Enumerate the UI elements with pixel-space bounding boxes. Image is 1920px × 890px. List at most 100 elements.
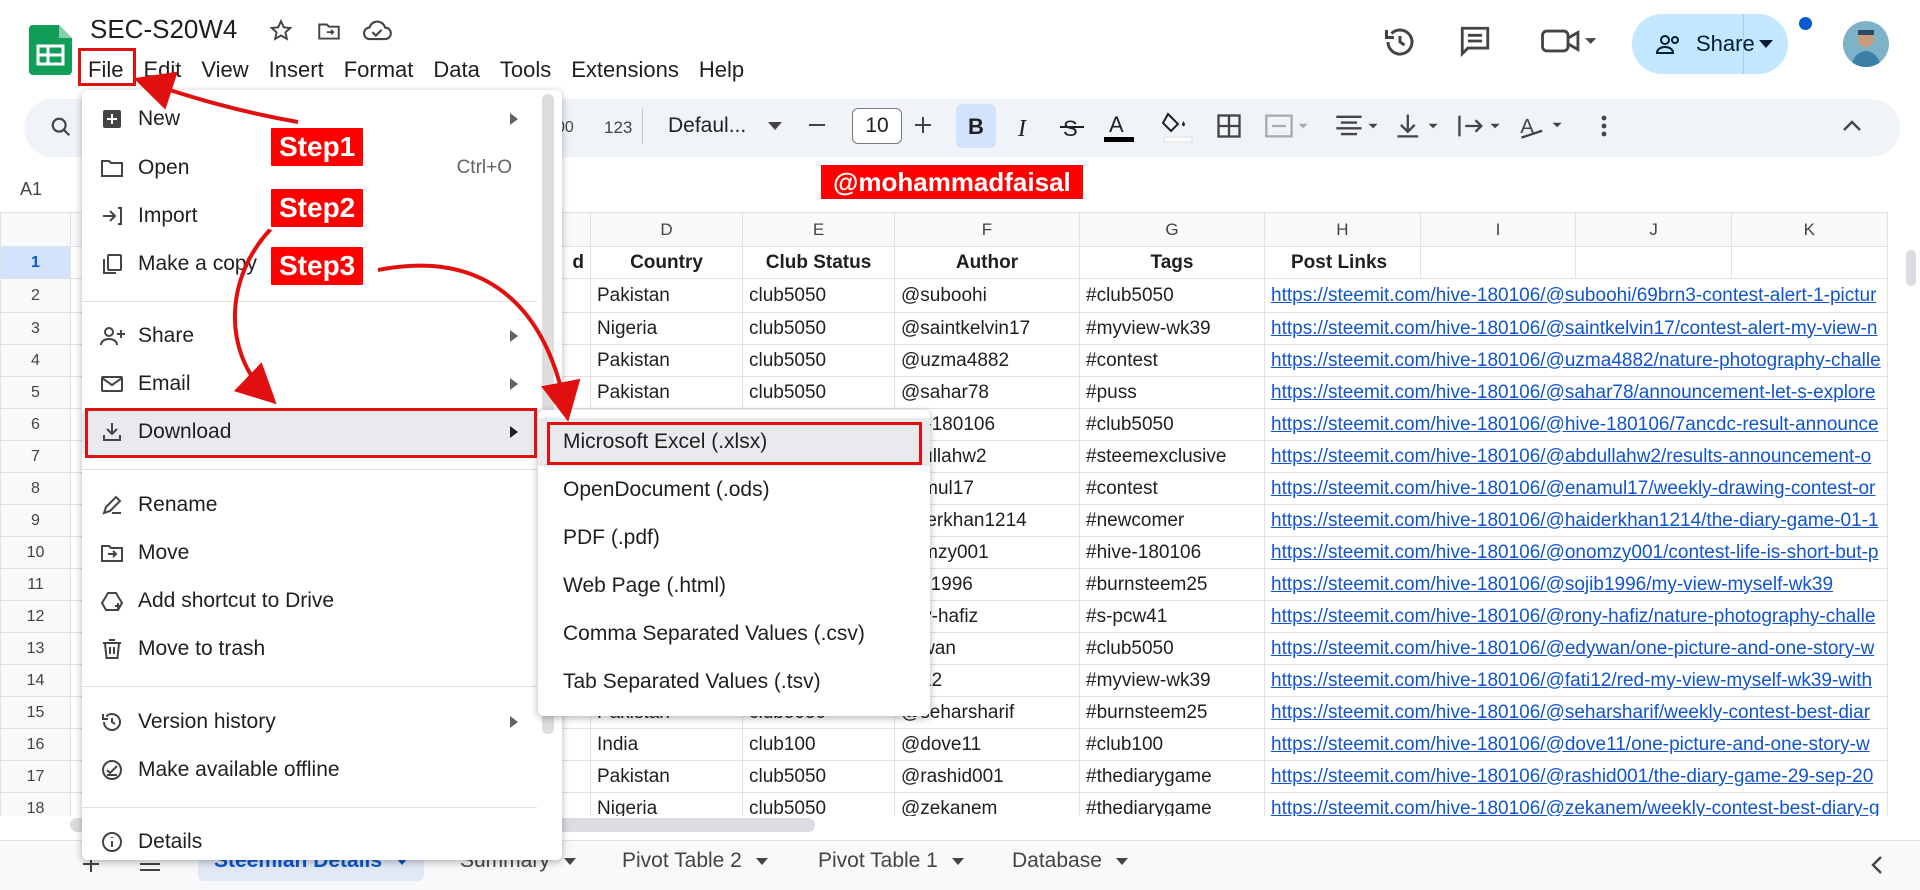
text-color-icon[interactable]: A: [1102, 108, 1136, 144]
cell[interactable]: #s-pcw41: [1079, 600, 1265, 633]
cell[interactable]: Nigeria: [590, 312, 743, 345]
menu-insert[interactable]: Insert: [259, 53, 334, 83]
tab-dropdown-icon[interactable]: [1115, 857, 1128, 865]
row-number[interactable]: 3: [0, 312, 71, 345]
select-all-corner[interactable]: [0, 212, 71, 247]
cell[interactable]: @uzma4882: [894, 344, 1080, 377]
strikethrough-icon[interactable]: S: [1058, 110, 1086, 144]
post-link-cell[interactable]: https://steemit.com/hive-180106/@suboohi…: [1264, 278, 1888, 313]
cell[interactable]: Club Status: [742, 246, 895, 279]
cell[interactable]: @saintkelvin17: [894, 312, 1080, 345]
cell[interactable]: club5050: [742, 278, 895, 313]
cell[interactable]: India: [590, 728, 743, 761]
share-dropdown-icon[interactable]: [1744, 40, 1788, 48]
row-number[interactable]: 9: [0, 504, 71, 537]
file-menu-move[interactable]: Move: [82, 531, 552, 575]
font-family-select[interactable]: Defaul...: [668, 114, 746, 138]
cell[interactable]: [1730, 246, 1888, 279]
row-number[interactable]: 5: [0, 376, 71, 409]
collapse-sidepanel-icon[interactable]: [1870, 855, 1884, 875]
post-link-cell[interactable]: https://steemit.com/hive-180106/@edywan/…: [1264, 632, 1888, 665]
cell[interactable]: Tags: [1079, 246, 1265, 279]
column-header-i[interactable]: I: [1419, 212, 1577, 247]
cell[interactable]: #puss: [1079, 376, 1265, 409]
post-link-cell[interactable]: https://steemit.com/hive-180106/@dove11/…: [1264, 728, 1888, 761]
cell[interactable]: #club5050: [1079, 278, 1265, 313]
cell[interactable]: #steemexclusive: [1079, 440, 1265, 473]
bold-button[interactable]: B: [956, 104, 996, 148]
merge-cells-icon[interactable]: [1264, 112, 1310, 140]
cell[interactable]: #hive-180106: [1079, 536, 1265, 569]
borders-icon[interactable]: [1215, 112, 1243, 140]
post-link-cell[interactable]: https://steemit.com/hive-180106/@saintke…: [1264, 312, 1888, 345]
column-header-d[interactable]: D: [590, 212, 743, 247]
row-number[interactable]: 8: [0, 472, 71, 505]
cell[interactable]: #club100: [1079, 728, 1265, 761]
download-ods[interactable]: OpenDocument (.ods): [538, 466, 930, 514]
menu-format[interactable]: Format: [334, 53, 424, 83]
column-header-f[interactable]: F: [894, 212, 1080, 247]
cell[interactable]: @rashid001: [894, 760, 1080, 793]
sheet-tab-database[interactable]: Database: [996, 841, 1144, 881]
cell[interactable]: @suboohi: [894, 278, 1080, 313]
text-wrapping-icon[interactable]: [1456, 112, 1502, 140]
cell[interactable]: #myview-wk39: [1079, 664, 1265, 697]
name-box[interactable]: A1: [20, 179, 42, 200]
cell[interactable]: @zekanem: [894, 792, 1080, 816]
version-history-icon[interactable]: [1382, 24, 1418, 60]
cell[interactable]: Pakistan: [590, 344, 743, 377]
cell[interactable]: #thediarygame: [1079, 792, 1265, 816]
sheet-tab-pivot-table-1[interactable]: Pivot Table 1: [802, 841, 980, 881]
collapse-menus-icon[interactable]: [1842, 118, 1862, 132]
search-menus-icon[interactable]: [50, 116, 72, 138]
column-header-k[interactable]: K: [1730, 212, 1888, 247]
italic-icon[interactable]: I: [1012, 110, 1036, 144]
cell[interactable]: club5050: [742, 376, 895, 409]
row-number[interactable]: 11: [0, 568, 71, 601]
increase-font-size-icon[interactable]: [912, 110, 934, 140]
post-link-cell[interactable]: https://steemit.com/hive-180106/@fati12/…: [1264, 664, 1888, 697]
cell[interactable]: Pakistan: [590, 278, 743, 313]
cell[interactable]: [1575, 246, 1732, 279]
row-number[interactable]: 17: [0, 760, 71, 793]
post-link-cell[interactable]: https://steemit.com/hive-180106/@abdulla…: [1264, 440, 1888, 473]
post-link-cell[interactable]: https://steemit.com/hive-180106/@rashid0…: [1264, 760, 1888, 793]
column-header-g[interactable]: G: [1079, 212, 1265, 247]
row-number[interactable]: 15: [0, 696, 71, 729]
menu-data[interactable]: Data: [423, 53, 489, 83]
cell[interactable]: #club5050: [1079, 632, 1265, 665]
file-menu-move-to-trash[interactable]: Move to trash: [82, 627, 552, 671]
cell[interactable]: [1419, 246, 1577, 279]
cell[interactable]: club100: [742, 728, 895, 761]
menu-extensions[interactable]: Extensions: [561, 53, 689, 83]
post-link-cell[interactable]: https://steemit.com/hive-180106/@seharsh…: [1264, 696, 1888, 729]
column-header-e[interactable]: E: [742, 212, 895, 247]
meet-camera-icon[interactable]: [1536, 24, 1600, 58]
tab-dropdown-icon[interactable]: [951, 857, 964, 865]
post-link-cell[interactable]: https://steemit.com/hive-180106/@rony-ha…: [1264, 600, 1888, 633]
sheet-tab-pivot-table-2[interactable]: Pivot Table 2: [606, 841, 784, 881]
download-csv[interactable]: Comma Separated Values (.csv): [538, 610, 930, 658]
row-number[interactable]: 2: [0, 278, 71, 313]
fill-color-icon[interactable]: [1162, 108, 1194, 144]
share-button[interactable]: Share: [1632, 14, 1788, 74]
font-dropdown-icon[interactable]: [768, 122, 782, 130]
user-avatar[interactable]: [1843, 21, 1889, 67]
star-icon[interactable]: [268, 18, 294, 44]
file-menu-rename[interactable]: Rename: [82, 483, 552, 527]
download-tsv[interactable]: Tab Separated Values (.tsv): [538, 658, 930, 706]
cell[interactable]: club5050: [742, 344, 895, 377]
more-options-icon[interactable]: [1594, 112, 1614, 140]
cell[interactable]: club5050: [742, 792, 895, 816]
cell[interactable]: #thediarygame: [1079, 760, 1265, 793]
tab-dropdown-icon[interactable]: [755, 857, 768, 865]
number-format-button[interactable]: 123: [604, 118, 632, 138]
row-number[interactable]: 13: [0, 632, 71, 665]
post-link-cell[interactable]: https://steemit.com/hive-180106/@sojib19…: [1264, 568, 1888, 601]
cell[interactable]: #myview-wk39: [1079, 312, 1265, 345]
row-number[interactable]: 1: [0, 246, 71, 279]
column-header-h[interactable]: H: [1264, 212, 1421, 247]
row-number[interactable]: 18: [0, 792, 71, 816]
text-rotation-icon[interactable]: A: [1518, 110, 1564, 140]
post-link-cell[interactable]: https://steemit.com/hive-180106/@enamul1…: [1264, 472, 1888, 505]
